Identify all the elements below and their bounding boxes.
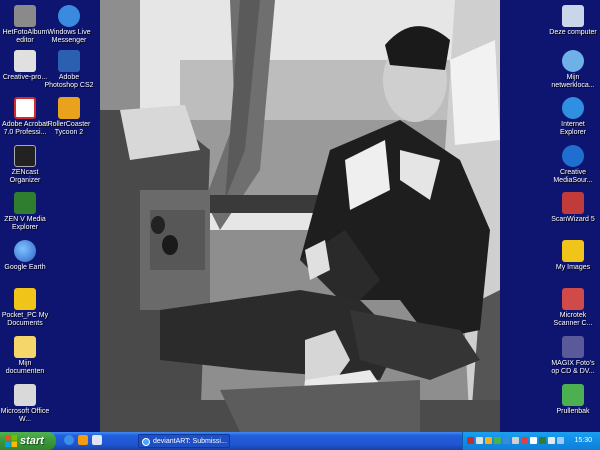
icon-label: Prullenbak xyxy=(556,408,590,415)
tray-app-icon[interactable] xyxy=(521,437,528,444)
system-tray: 15:30 xyxy=(462,432,600,450)
icon-label: ZEN V Media Explorer xyxy=(4,216,46,231)
icon-label: Google Earth xyxy=(4,264,46,271)
tray-app-icon[interactable] xyxy=(539,437,546,444)
quicklaunch-firefox-icon[interactable] xyxy=(78,435,88,445)
tray-app-icon[interactable] xyxy=(467,437,474,444)
wallpaper-photo xyxy=(100,0,500,432)
icon-label: RollerCoaster Tycoon 2 xyxy=(47,121,91,136)
scanwizard-icon xyxy=(562,192,584,214)
icon-label: Mijn documenten xyxy=(5,360,45,375)
icon-label: My Images xyxy=(555,264,591,271)
magix-icon xyxy=(562,336,584,358)
icon-label: Creative-pro... xyxy=(2,74,48,81)
computer-icon xyxy=(562,5,584,27)
icon-label: Windows Live Messenger xyxy=(47,29,91,44)
desktop-icon-zencast[interactable]: ZENcast Organizer xyxy=(0,143,50,185)
desktop-icon-my-images[interactable]: My Images xyxy=(548,238,598,272)
icon-label: ZENcast Organizer xyxy=(9,169,41,184)
quicklaunch-show-desktop-icon[interactable] xyxy=(92,435,102,445)
icon-label: Deze computer xyxy=(549,29,597,36)
photoshop-icon xyxy=(58,50,80,72)
folder-icon xyxy=(562,240,584,262)
tray-app-icon[interactable] xyxy=(503,437,510,444)
icon-label: HetFotoAlbum editor xyxy=(2,29,48,44)
desktop-icon-deze-computer[interactable]: Deze computer xyxy=(548,3,598,37)
desktop-icon-mijn-documenten[interactable]: Mijn documenten xyxy=(0,334,50,376)
windows-flag-icon xyxy=(5,435,17,447)
tray-app-icon[interactable] xyxy=(494,437,501,444)
start-label: start xyxy=(20,435,44,447)
desktop-icon-photoshop[interactable]: Adobe Photoshop CS2 xyxy=(44,48,94,90)
desktop-icon-microtek[interactable]: Microtek Scanner C... xyxy=(548,286,598,328)
icon-label: Adobe Photoshop CS2 xyxy=(44,74,94,89)
taskbar: start deviantART: Submissi... 15:30 xyxy=(0,432,600,450)
desktop-icon-mediasource[interactable]: Creative MediaSour... xyxy=(548,143,598,185)
tray-app-icon[interactable] xyxy=(485,437,492,444)
tray-app-icon[interactable] xyxy=(512,437,519,444)
recycle-bin-icon xyxy=(562,384,584,406)
rollercoaster-icon xyxy=(58,97,80,119)
scanner-icon xyxy=(562,288,584,310)
desktop-icon-messenger[interactable]: Windows Live Messenger xyxy=(44,3,94,45)
desktop-icon-magix[interactable]: MAGIX Foto's op CD & DV... xyxy=(548,334,598,376)
network-icon xyxy=(562,50,584,72)
taskbar-window-deviantart[interactable]: deviantART: Submissi... xyxy=(138,434,230,448)
ie-icon xyxy=(562,97,584,119)
desktop-icon-hetfotoalbum[interactable]: HetFotoAlbum editor xyxy=(0,3,50,45)
zen-media-icon xyxy=(14,192,36,214)
google-earth-icon xyxy=(14,240,36,262)
desktop-icon-netwerk[interactable]: Mijn netwerkloca... xyxy=(548,48,598,90)
icon-label: Microsoft Office W... xyxy=(0,408,50,423)
desktop-icon-scanwizard[interactable]: ScanWizard 5 xyxy=(548,190,598,224)
volume-icon[interactable] xyxy=(548,437,555,444)
task-label: deviantART: Submissi... xyxy=(153,438,227,445)
desktop-icon-prullenbak[interactable]: Prullenbak xyxy=(548,382,598,416)
icon-label: Internet Explorer xyxy=(559,121,587,136)
tray-app-icon[interactable] xyxy=(476,437,483,444)
my-documents-icon xyxy=(14,336,36,358)
desktop-icon-pocket-pc[interactable]: Pocket_PC My Documents xyxy=(0,286,50,328)
icon-label: ScanWizard 5 xyxy=(551,216,595,223)
icon-label: Pocket_PC My Documents xyxy=(1,312,49,327)
messenger-icon xyxy=(58,5,80,27)
desktop-icon-google-earth[interactable]: Google Earth xyxy=(0,238,50,272)
icon-label: Mijn netwerkloca... xyxy=(551,74,595,89)
acrobat-icon xyxy=(14,97,36,119)
network-tray-icon[interactable] xyxy=(557,437,564,444)
icon-label: MAGIX Foto's op CD & DV... xyxy=(551,360,595,375)
desktop-icon-creative-pro[interactable]: Creative-pro... xyxy=(0,48,50,82)
tray-app-icon[interactable] xyxy=(530,437,537,444)
photo-album-icon xyxy=(14,5,36,27)
desktop-wallpaper: HetFotoAlbum editor Windows Live Messeng… xyxy=(0,0,600,432)
start-button[interactable]: start xyxy=(0,432,56,450)
desktop-icon-zen-media[interactable]: ZEN V Media Explorer xyxy=(0,190,50,232)
quicklaunch-ie-icon[interactable] xyxy=(64,435,74,445)
icon-label: Adobe Acrobat 7.0 Professi... xyxy=(2,121,48,136)
mediasource-icon xyxy=(562,145,584,167)
photo-illustration xyxy=(100,0,500,432)
clock[interactable]: 15:30 xyxy=(574,432,592,450)
icon-label: Microtek Scanner C... xyxy=(553,312,593,327)
zencast-icon xyxy=(14,145,36,167)
icon-label: Creative MediaSour... xyxy=(553,169,593,184)
desktop-icon-internet-explorer[interactable]: Internet Explorer xyxy=(548,95,598,137)
desktop-icon-rollercoaster[interactable]: RollerCoaster Tycoon 2 xyxy=(44,95,94,137)
desktop-icon-acrobat[interactable]: Adobe Acrobat 7.0 Professi... xyxy=(0,95,50,137)
office-icon xyxy=(14,384,36,406)
desktop-icon-office[interactable]: Microsoft Office W... xyxy=(0,382,50,424)
ie-icon xyxy=(142,438,150,446)
creative-icon xyxy=(14,50,36,72)
folder-sync-icon xyxy=(14,288,36,310)
